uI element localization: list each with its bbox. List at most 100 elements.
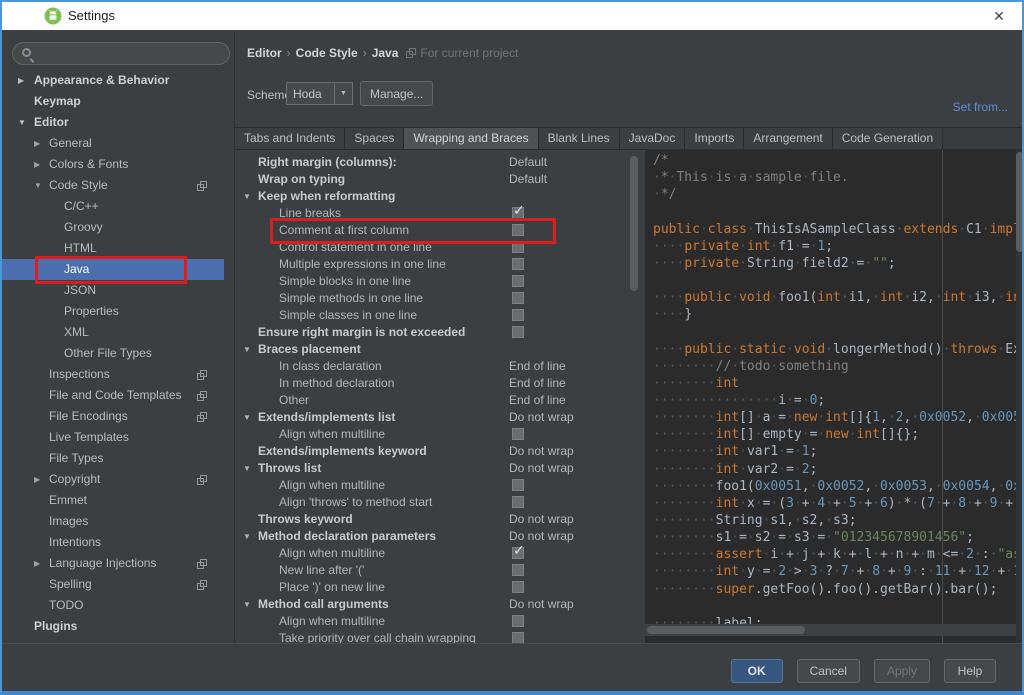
- setting-row-simple-blocks-in-one-line[interactable]: Simple blocks in one line: [235, 273, 642, 290]
- setting-row-wrap-on-typing[interactable]: Wrap on typing Default: [235, 171, 642, 188]
- sidebar-item-editor[interactable]: Editor: [2, 112, 224, 133]
- tab-imports[interactable]: Imports: [685, 128, 745, 149]
- sidebar-item-inspections[interactable]: Inspections: [2, 364, 224, 385]
- setting-value[interactable]: Do not wrap: [509, 443, 574, 460]
- help-button[interactable]: Help: [944, 659, 996, 683]
- sidebar-item-general[interactable]: General: [2, 133, 224, 154]
- sidebar-item-keymap[interactable]: Keymap: [2, 91, 224, 112]
- scheme-select[interactable]: Hoda: [286, 82, 353, 105]
- chevron-down-icon[interactable]: [243, 596, 251, 613]
- setting-row-in-method-declaration[interactable]: In method declaration End of line: [235, 375, 642, 392]
- sidebar-item-intentions[interactable]: Intentions: [2, 532, 224, 553]
- setting-checkbox[interactable]: [512, 292, 524, 304]
- sidebar-item-todo[interactable]: TODO: [2, 595, 224, 616]
- manage-button[interactable]: Manage...: [360, 81, 434, 106]
- setting-checkbox[interactable]: [512, 258, 524, 270]
- setting-checkbox[interactable]: [512, 309, 524, 321]
- chevron-right-icon[interactable]: [18, 70, 24, 91]
- sidebar-item-c-c[interactable]: C/C++: [2, 196, 224, 217]
- close-icon[interactable]: ✕: [990, 7, 1008, 25]
- setting-row-extends-implements-keyword[interactable]: Extends/implements keyword Do not wrap: [235, 443, 642, 460]
- breadcrumb-item-code-style[interactable]: Code Style: [296, 46, 358, 60]
- setting-value[interactable]: End of line: [509, 392, 566, 409]
- chevron-down-icon[interactable]: [34, 175, 42, 196]
- sidebar-item-images[interactable]: Images: [2, 511, 224, 532]
- setting-row-right-margin-columns[interactable]: Right margin (columns): Default: [235, 154, 642, 171]
- setting-row-throws-keyword[interactable]: Throws keyword Do not wrap: [235, 511, 642, 528]
- sidebar-item-emmet[interactable]: Emmet: [2, 490, 224, 511]
- sidebar-item-other-file-types[interactable]: Other File Types: [2, 343, 224, 364]
- setting-value[interactable]: Default: [509, 171, 547, 188]
- setting-row-take-priority-over-call-chain-wrapping[interactable]: Take priority over call chain wrapping: [235, 630, 642, 643]
- tab-arrangement[interactable]: Arrangement: [744, 128, 833, 149]
- setting-checkbox[interactable]: [512, 564, 524, 576]
- setting-row-other[interactable]: Other End of line: [235, 392, 642, 409]
- set-from-link[interactable]: Set from...: [953, 100, 1008, 114]
- setting-row-align-when-multiline[interactable]: Align when multiline: [235, 477, 642, 494]
- tab-blank-lines[interactable]: Blank Lines: [538, 128, 620, 149]
- chevron-down-icon[interactable]: [18, 112, 26, 133]
- code-vertical-scrollbar[interactable]: [1016, 150, 1022, 643]
- sidebar-item-file-and-code-templates[interactable]: File and Code Templates: [2, 385, 224, 406]
- setting-checkbox[interactable]: [512, 479, 524, 491]
- setting-row-align-when-multiline[interactable]: Align when multiline: [235, 542, 642, 562]
- sidebar-item-colors-fonts[interactable]: Colors & Fonts: [2, 154, 224, 175]
- tab-wrapping-and-braces[interactable]: Wrapping and Braces: [404, 128, 539, 149]
- tab-tabs-and-indents[interactable]: Tabs and Indents: [235, 128, 346, 149]
- sidebar-item-appearance-behavior[interactable]: Appearance & Behavior: [2, 70, 224, 91]
- setting-value[interactable]: Do not wrap: [509, 511, 574, 528]
- setting-row-new-line-after[interactable]: New line after '(': [235, 562, 642, 579]
- setting-checkbox[interactable]: [512, 581, 524, 593]
- setting-checkbox[interactable]: [512, 275, 524, 287]
- code-horizontal-scrollbar[interactable]: [645, 624, 1016, 636]
- sidebar-item-plugins[interactable]: Plugins: [2, 616, 224, 637]
- setting-row-align-when-multiline[interactable]: Align when multiline: [235, 613, 642, 630]
- setting-row-extends-implements-list[interactable]: Extends/implements list Do not wrap: [235, 409, 642, 426]
- setting-row-ensure-right-margin-is-not-exceeded[interactable]: Ensure right margin is not exceeded: [235, 324, 642, 341]
- chevron-right-icon[interactable]: [34, 553, 40, 574]
- sidebar-item-file-encodings[interactable]: File Encodings: [2, 406, 224, 427]
- sidebar-item-language-injections[interactable]: Language Injections: [2, 553, 224, 574]
- setting-value[interactable]: End of line: [509, 375, 566, 392]
- setting-checkbox[interactable]: [512, 428, 524, 440]
- setting-row-multiple-expressions-in-one-line[interactable]: Multiple expressions in one line: [235, 256, 642, 273]
- chevron-down-icon[interactable]: [243, 528, 251, 545]
- chevron-down-icon[interactable]: [243, 188, 251, 205]
- setting-value[interactable]: Do not wrap: [509, 596, 574, 613]
- chevron-right-icon[interactable]: [34, 133, 40, 154]
- setting-row-keep-when-reformatting[interactable]: Keep when reformatting: [235, 188, 642, 205]
- tab-spaces[interactable]: Spaces: [345, 128, 405, 149]
- setting-row-in-class-declaration[interactable]: In class declaration End of line: [235, 358, 642, 375]
- setting-row-align-when-multiline[interactable]: Align when multiline: [235, 426, 642, 443]
- chevron-right-icon[interactable]: [34, 469, 40, 490]
- setting-row-braces-placement[interactable]: Braces placement: [235, 341, 642, 358]
- setting-checkbox[interactable]: [512, 615, 524, 627]
- setting-row-simple-methods-in-one-line[interactable]: Simple methods in one line: [235, 290, 642, 307]
- breadcrumb-item-java[interactable]: Java: [372, 46, 399, 60]
- sidebar-item-properties[interactable]: Properties: [2, 301, 224, 322]
- setting-row-method-call-arguments[interactable]: Method call arguments Do not wrap: [235, 596, 642, 613]
- sidebar-item-xml[interactable]: XML: [2, 322, 224, 343]
- sidebar-item-groovy[interactable]: Groovy: [2, 217, 224, 238]
- setting-value[interactable]: Do not wrap: [509, 409, 574, 426]
- setting-checkbox[interactable]: [512, 542, 525, 559]
- setting-row-align-throws-to-method-start[interactable]: Align 'throws' to method start: [235, 494, 642, 511]
- sidebar-item-file-types[interactable]: File Types: [2, 448, 224, 469]
- setting-checkbox[interactable]: [512, 632, 524, 643]
- sidebar-item-spelling[interactable]: Spelling: [2, 574, 224, 595]
- breadcrumb-item-editor[interactable]: Editor: [247, 46, 282, 60]
- setting-row-simple-classes-in-one-line[interactable]: Simple classes in one line: [235, 307, 642, 324]
- chevron-down-icon[interactable]: [243, 341, 251, 358]
- setting-value[interactable]: End of line: [509, 358, 566, 375]
- setting-row-place-on-new-line[interactable]: Place ')' on new line: [235, 579, 642, 596]
- code-horizontal-scrollbar-thumb[interactable]: [647, 626, 805, 634]
- code-vertical-scrollbar-thumb[interactable]: [1016, 152, 1022, 252]
- setting-value[interactable]: Do not wrap: [509, 460, 574, 477]
- search-input[interactable]: [12, 42, 230, 65]
- ok-button[interactable]: OK: [730, 659, 783, 683]
- sidebar-item-live-templates[interactable]: Live Templates: [2, 427, 224, 448]
- setting-value[interactable]: Default: [509, 154, 547, 171]
- sidebar-item-copyright[interactable]: Copyright: [2, 469, 224, 490]
- tab-code-generation[interactable]: Code Generation: [832, 128, 944, 149]
- setting-checkbox[interactable]: [512, 326, 524, 338]
